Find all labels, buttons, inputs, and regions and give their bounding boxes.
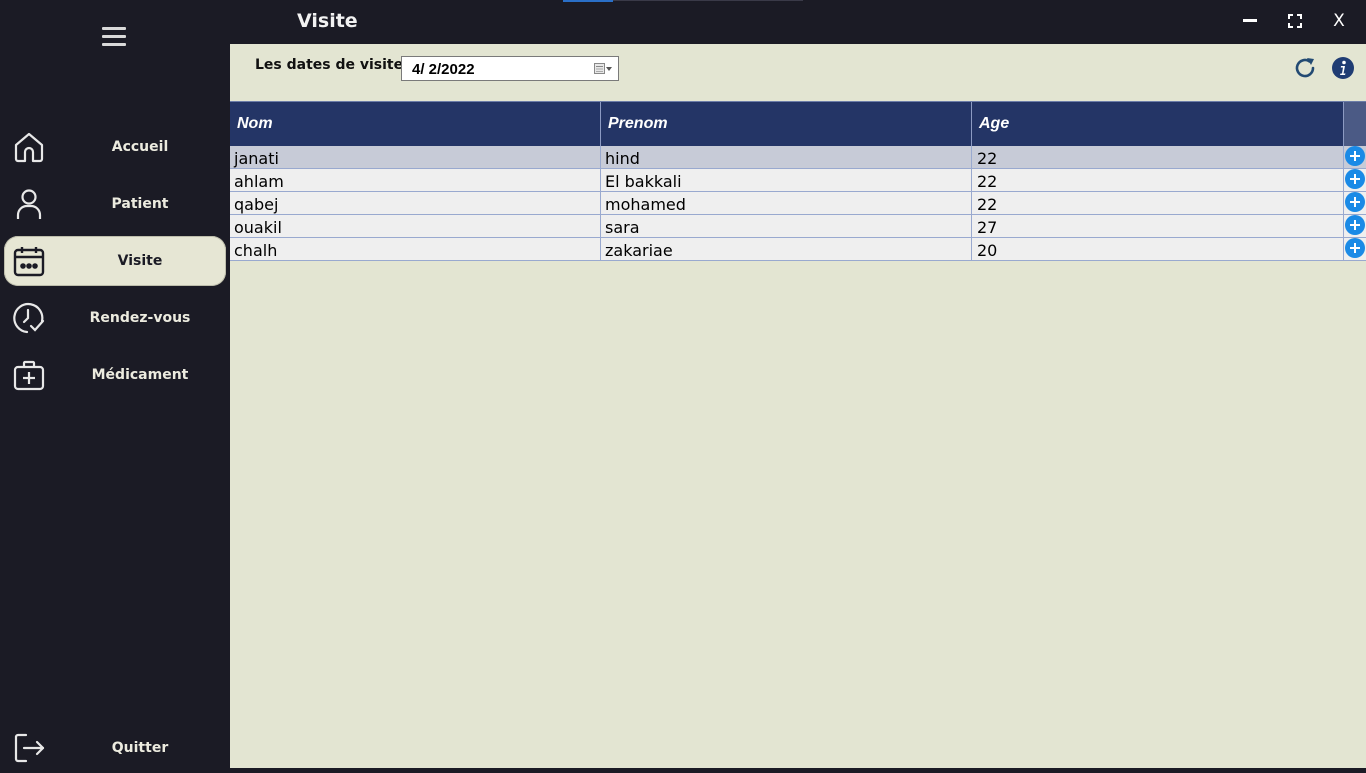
cell-nom: janati	[230, 146, 601, 168]
cell-action	[1344, 192, 1366, 214]
column-header-age[interactable]: Age	[972, 102, 1344, 146]
cell-action	[1344, 169, 1366, 191]
sidebar-item-label: Rendez-vous	[89, 310, 191, 326]
page-title: Visite	[297, 10, 358, 32]
cell-age: 22	[972, 146, 1344, 168]
table-row[interactable]: janati hind 22	[230, 146, 1366, 169]
cell-prenom: mohamed	[601, 192, 972, 214]
hamburger-icon[interactable]	[102, 26, 126, 48]
cell-prenom: sara	[601, 215, 972, 237]
sidebar-item-label: Accueil	[111, 139, 169, 155]
sidebar-item-rendez-vous[interactable]: Rendez-vous	[4, 293, 226, 343]
cell-action	[1344, 146, 1366, 168]
title-accent-bar	[563, 0, 613, 2]
add-visit-button[interactable]	[1345, 238, 1365, 258]
cell-nom: ouakil	[230, 215, 601, 237]
cell-age: 20	[972, 238, 1344, 260]
close-button[interactable]: X	[1324, 8, 1354, 34]
sidebar-item-label: Médicament	[91, 367, 189, 383]
cell-prenom: zakariae	[601, 238, 972, 260]
column-header-action	[1344, 102, 1366, 146]
maximize-icon	[1288, 14, 1302, 28]
cell-age: 27	[972, 215, 1344, 237]
sidebar-item-medicament[interactable]: Médicament	[4, 350, 226, 400]
table-row[interactable]: ouakil sara 27	[230, 215, 1366, 238]
calendar-icon	[13, 247, 45, 277]
calendar-dropdown-icon[interactable]	[594, 63, 612, 75]
cell-age: 22	[972, 192, 1344, 214]
table-row[interactable]: qabej mohamed 22	[230, 192, 1366, 215]
cell-prenom: El bakkali	[601, 169, 972, 191]
column-header-nom[interactable]: Nom	[230, 102, 601, 146]
add-visit-button[interactable]	[1345, 192, 1365, 212]
cell-age: 22	[972, 169, 1344, 191]
date-filter-label: Les dates de visites	[255, 57, 412, 73]
logout-icon	[14, 733, 45, 763]
home-icon	[14, 132, 44, 163]
cell-nom: chalh	[230, 238, 601, 260]
table-header: Nom Prenom Age	[230, 101, 1366, 146]
table-row[interactable]: ahlam El bakkali 22	[230, 169, 1366, 192]
quit-button[interactable]: Quitter	[4, 723, 226, 773]
sidebar-item-label: Patient	[111, 196, 169, 212]
main-panel: Les dates de visites 4/ 2/2022 Nom Preno…	[230, 44, 1366, 768]
minimize-icon	[1243, 19, 1257, 22]
cell-action	[1344, 238, 1366, 260]
sidebar: Accueil Patient Visite Rendez-vous Médic…	[0, 27, 230, 768]
cell-action	[1344, 215, 1366, 237]
add-visit-button[interactable]	[1345, 215, 1365, 235]
add-visit-button[interactable]	[1345, 146, 1365, 166]
sidebar-item-label: Visite	[117, 253, 163, 269]
cell-prenom: hind	[601, 146, 972, 168]
title-divider	[613, 0, 803, 1]
user-icon	[16, 189, 42, 219]
sidebar-item-visite[interactable]: Visite	[4, 236, 226, 286]
info-icon[interactable]	[1331, 56, 1355, 80]
cell-nom: qabej	[230, 192, 601, 214]
clock-check-icon	[13, 302, 45, 334]
cell-nom: ahlam	[230, 169, 601, 191]
title-bar: Visite X	[0, 0, 1366, 44]
visits-table: Nom Prenom Age janati hind 22 ahlam El b…	[230, 101, 1366, 261]
visit-date-picker[interactable]: 4/ 2/2022	[401, 56, 619, 81]
minimize-button[interactable]	[1235, 8, 1265, 34]
column-header-prenom[interactable]: Prenom	[601, 102, 972, 146]
date-value: 4/ 2/2022	[412, 61, 475, 78]
sidebar-item-patient[interactable]: Patient	[4, 179, 226, 229]
sidebar-item-accueil[interactable]: Accueil	[4, 122, 226, 172]
medical-kit-icon	[13, 360, 45, 391]
quit-label: Quitter	[111, 740, 169, 756]
table-row[interactable]: chalh zakariae 20	[230, 238, 1366, 261]
refresh-icon[interactable]	[1293, 56, 1317, 80]
add-visit-button[interactable]	[1345, 169, 1365, 189]
maximize-button[interactable]	[1280, 8, 1310, 34]
